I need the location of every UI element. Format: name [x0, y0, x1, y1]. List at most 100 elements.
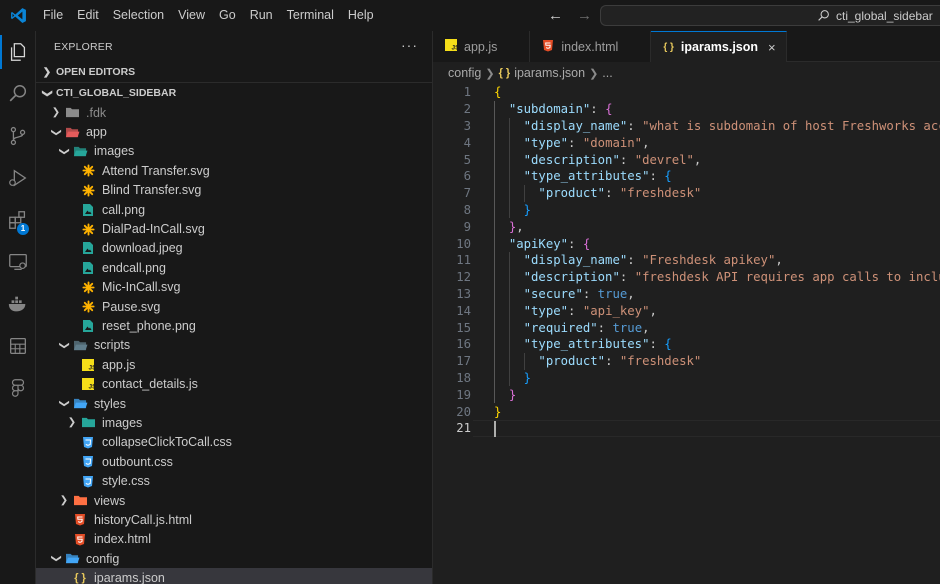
chevron-right-icon: ❯	[51, 107, 61, 119]
code-text: {	[494, 85, 501, 99]
tree-item-label: DialPad-InCall.svg	[102, 222, 205, 237]
code-token: {	[582, 236, 591, 251]
line-number: 4	[463, 135, 471, 150]
remote-explorer-icon[interactable]	[0, 241, 36, 283]
code-text: "display_name": "Freshdesk apikey",	[494, 253, 783, 267]
folder-item[interactable]: ❯ styles	[36, 394, 432, 413]
menu-selection[interactable]: Selection	[106, 0, 171, 31]
file-item[interactable]: { } iparams.json	[36, 568, 432, 584]
figma-icon[interactable]	[0, 367, 36, 409]
tab-label: iparams.json	[680, 40, 759, 54]
more-actions-icon[interactable]: ···	[401, 37, 418, 53]
code-token: :	[619, 152, 635, 167]
tree-item-label: download.jpeg	[102, 241, 183, 256]
file-item[interactable]: JS contact_details.js	[36, 374, 432, 393]
search-icon[interactable]	[0, 73, 36, 115]
menu-file[interactable]: File	[36, 0, 70, 31]
file-item[interactable]: endcall.png	[36, 258, 432, 277]
command-center-search[interactable]: cti_global_sidebar	[600, 5, 940, 26]
source-control-icon[interactable]	[0, 115, 36, 157]
file-item[interactable]: call.png	[36, 200, 432, 219]
folder-item[interactable]: ❯ .fdk	[36, 103, 432, 122]
line-number: 17	[456, 354, 471, 369]
file-item[interactable]: download.jpeg	[36, 239, 432, 258]
line-number: 6	[463, 169, 471, 184]
menu-terminal[interactable]: Terminal	[280, 0, 341, 31]
file-item[interactable]: Pause.svg	[36, 297, 432, 316]
menu-run[interactable]: Run	[243, 0, 280, 31]
file-item[interactable]: outbount.css	[36, 452, 432, 471]
file-item[interactable]: historyCall.js.html	[36, 510, 432, 529]
code-token: {	[664, 337, 672, 352]
code-token: "api_key"	[582, 303, 650, 318]
code-token: :	[597, 320, 613, 335]
breadcrumb: config ❯ { } iparams.json ❯ ...	[433, 62, 940, 84]
tree-item-label: styles	[94, 396, 126, 411]
tab-app-js[interactable]: JS app.js	[433, 31, 531, 62]
code-text: }	[494, 388, 516, 402]
chevron-down-icon: ❯	[58, 341, 70, 350]
folder-item[interactable]: ❯ config	[36, 549, 432, 568]
code-line: 10 "apiKey": {	[433, 235, 940, 252]
line-number: 1	[463, 85, 471, 100]
run-debug-icon[interactable]	[0, 157, 36, 199]
code-token: "description"	[523, 270, 620, 285]
code-token: :	[568, 135, 583, 150]
tab-label: index.html	[561, 39, 619, 54]
text-cursor	[494, 420, 496, 437]
file-item[interactable]: Mic-InCall.svg	[36, 278, 432, 297]
file-item[interactable]: style.css	[36, 471, 432, 490]
menu-go[interactable]: Go	[212, 0, 243, 31]
code-text: "secure": true,	[494, 287, 635, 301]
folder-item[interactable]: ❯ images	[36, 413, 432, 432]
docker-icon[interactable]	[0, 283, 36, 325]
folder-item[interactable]: ❯ scripts	[36, 336, 432, 355]
breadcrumb-file[interactable]: iparams.json	[514, 66, 585, 80]
close-icon[interactable]: ×	[768, 40, 776, 55]
file-item[interactable]: reset_phone.png	[36, 316, 432, 335]
forward-arrow-icon[interactable]: →	[577, 7, 592, 24]
tree-item-label: reset_phone.png	[102, 318, 196, 333]
folder-item[interactable]: ❯ images	[36, 142, 432, 161]
code-text: "type_attributes": {	[494, 169, 672, 183]
menu-help[interactable]: Help	[341, 0, 381, 31]
code-text: "type_attributes": {	[494, 337, 672, 351]
svg-text:JS: JS	[89, 384, 95, 391]
file-item[interactable]: collapseClickToCall.css	[36, 433, 432, 452]
code-text: "product": "freshdesk"	[494, 354, 701, 368]
tree-item-label: views	[94, 493, 126, 508]
file-item[interactable]: DialPad-InCall.svg	[36, 219, 432, 238]
project-section[interactable]: ❯ CTI_GLOBAL_SIDEBAR	[36, 83, 432, 103]
menu-bar: File Edit Selection View Go Run Terminal Help	[36, 0, 381, 31]
code-token: "subdomain"	[508, 102, 591, 117]
back-arrow-icon[interactable]: ←	[548, 7, 563, 24]
database-icon[interactable]	[0, 325, 36, 367]
code-token: true	[597, 286, 628, 301]
vscode-logo-icon	[0, 0, 36, 31]
tree-item-label: app	[86, 125, 107, 140]
code-token: :	[605, 186, 620, 201]
menu-edit[interactable]: Edit	[70, 0, 106, 31]
css-file-icon	[80, 454, 96, 470]
code-editor[interactable]: 1{2 "subdomain": {3 "display_name": "wha…	[433, 84, 940, 584]
code-token: :	[649, 169, 665, 184]
code-text: "type": "api_key",	[494, 304, 657, 318]
open-editors-section[interactable]: ❯ OPEN EDITORS	[36, 62, 432, 83]
tab-index-html[interactable]: index.html	[530, 31, 652, 62]
file-item[interactable]: index.html	[36, 530, 432, 549]
breadcrumb-more[interactable]: ...	[602, 66, 612, 80]
navigation-arrows: ← →	[548, 0, 592, 31]
file-item[interactable]: Blind Transfer.svg	[36, 181, 432, 200]
tab-iparams-json[interactable]: { } iparams.json ×	[651, 31, 787, 62]
code-token: true	[612, 320, 643, 335]
code-token: :	[568, 303, 583, 318]
file-item[interactable]: JS app.js	[36, 355, 432, 374]
menu-view[interactable]: View	[171, 0, 212, 31]
file-item[interactable]: Attend Transfer.svg	[36, 161, 432, 180]
folder-item[interactable]: ❯ views	[36, 491, 432, 510]
explorer-icon[interactable]	[0, 31, 36, 73]
folder-item[interactable]: ❯ app	[36, 122, 432, 141]
image-file-icon	[80, 240, 96, 256]
breadcrumb-folder[interactable]: config	[448, 66, 481, 80]
extensions-icon[interactable]: 1	[0, 199, 36, 241]
